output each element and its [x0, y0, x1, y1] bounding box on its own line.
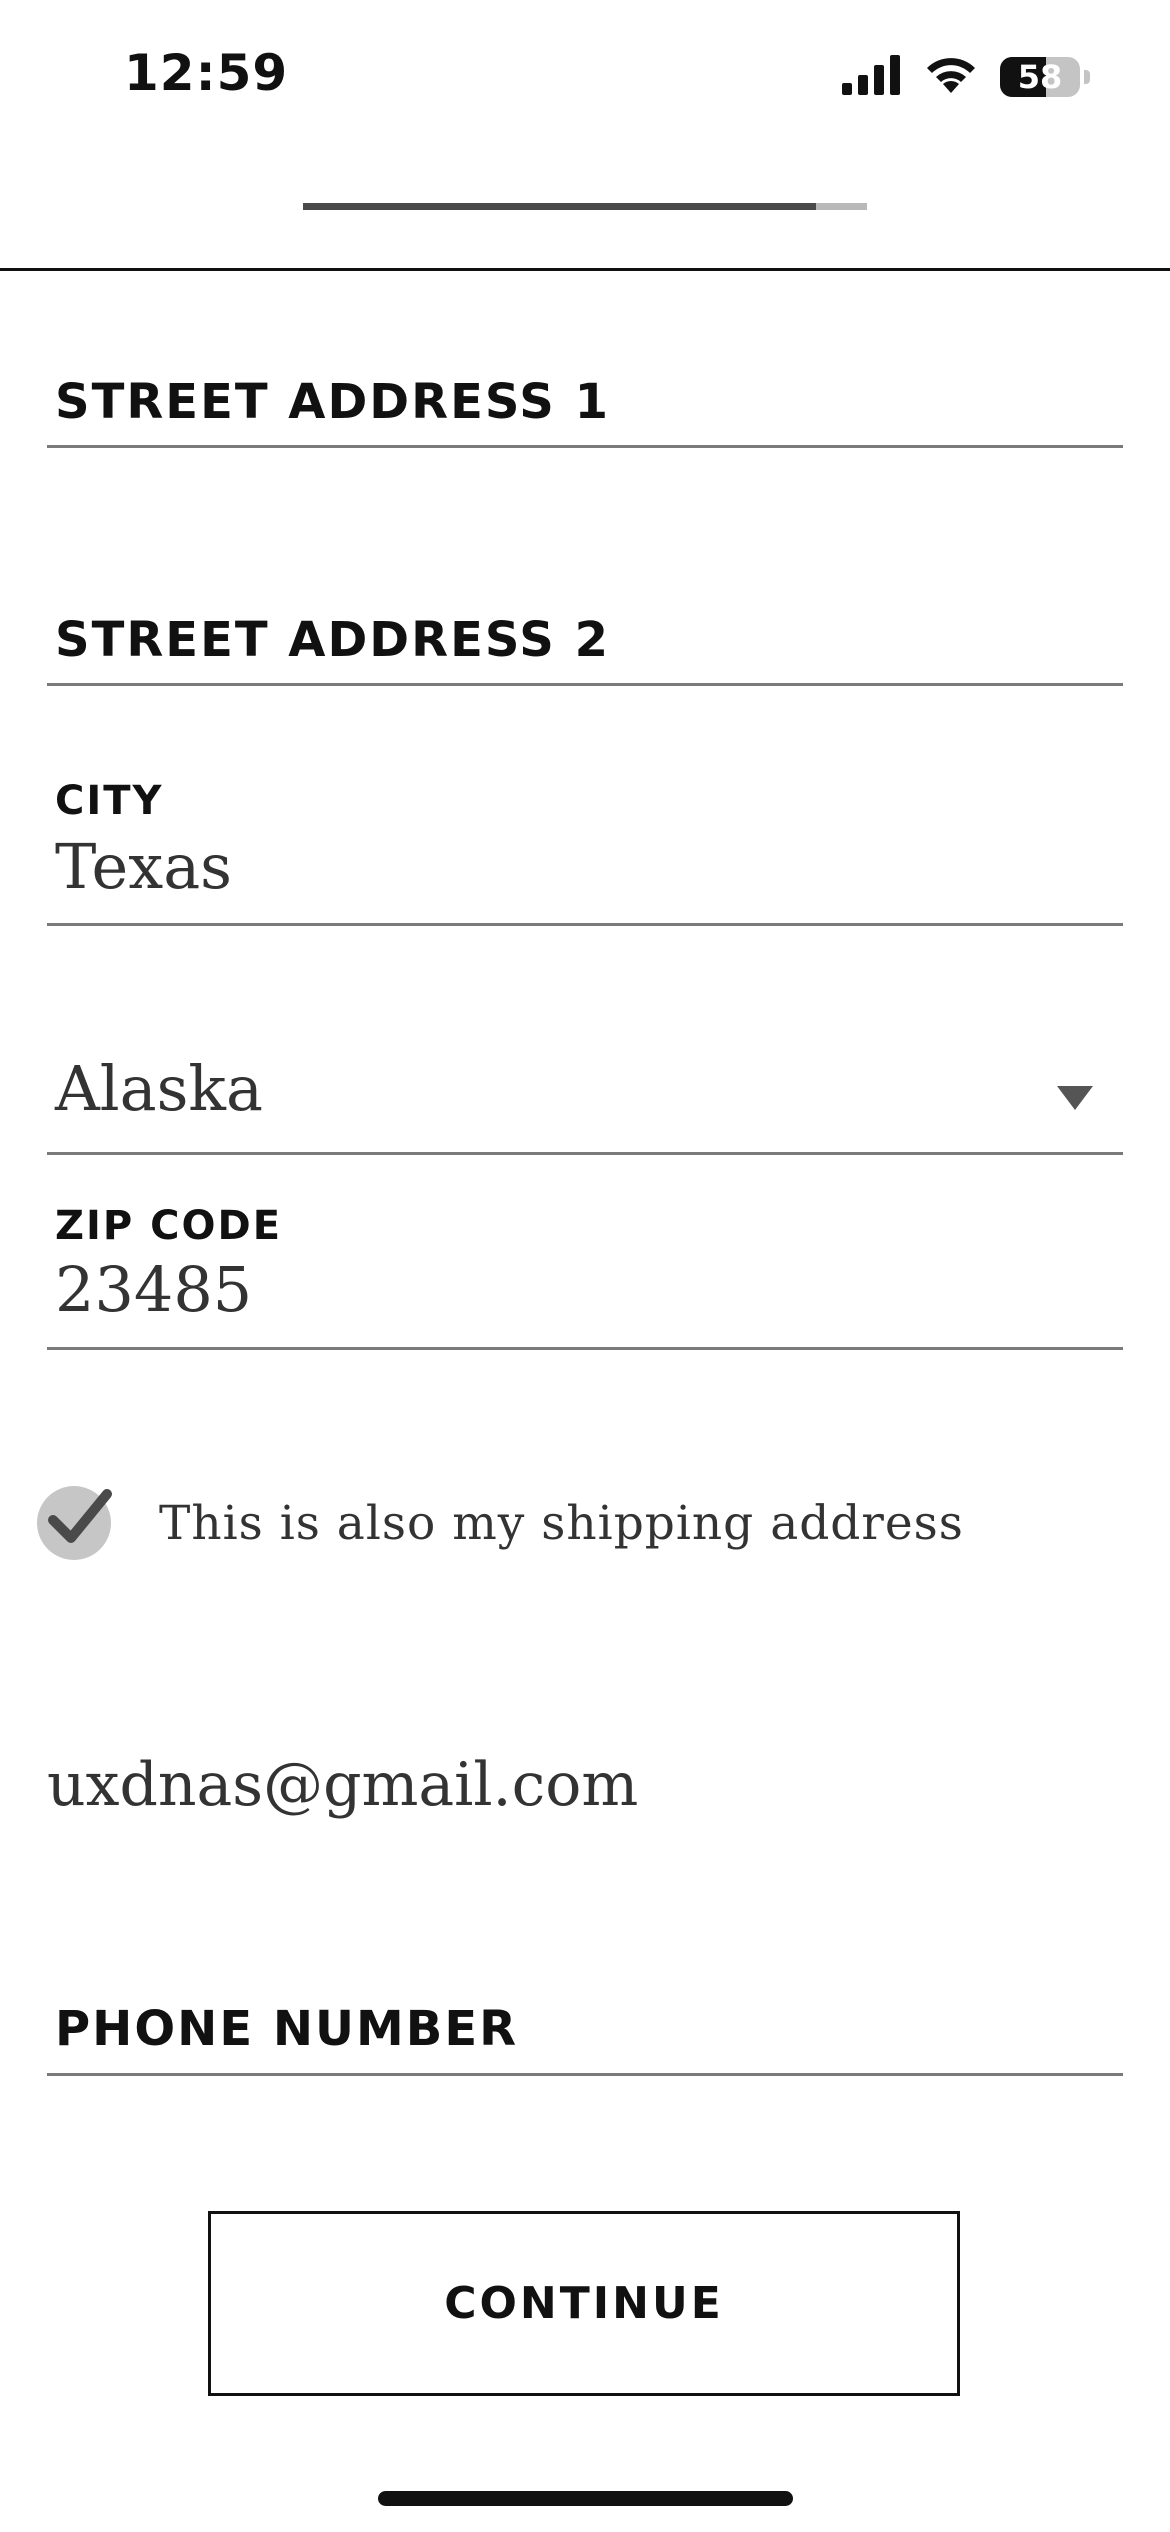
state-select[interactable]: Alaska — [47, 1040, 1123, 1155]
shipping-checkbox-label: This is also my shipping address — [159, 1495, 964, 1551]
battery-percent: 58 — [1017, 58, 1063, 96]
email-field[interactable]: uxdnas@gmail.com — [47, 1750, 638, 1820]
continue-button[interactable]: CONTINUE — [208, 2211, 960, 2396]
home-indicator — [378, 2491, 793, 2506]
phone-number-field[interactable]: PHONE NUMBER — [47, 1995, 1123, 2076]
zip-code-value: 23485 — [55, 1253, 253, 1326]
street-address-1-label: STREET ADDRESS 1 — [55, 374, 610, 430]
street-address-1-field[interactable]: STREET ADDRESS 1 — [47, 360, 1123, 448]
street-address-2-label: STREET ADDRESS 2 — [55, 612, 610, 668]
cellular-signal-icon — [842, 54, 902, 100]
phone-number-label: PHONE NUMBER — [55, 2001, 519, 2057]
street-address-2-field[interactable]: STREET ADDRESS 2 — [47, 598, 1123, 686]
checkbox-indicator[interactable] — [37, 1486, 112, 1560]
zip-code-label: ZIP CODE — [55, 1203, 283, 1249]
battery-icon: 58 — [1000, 57, 1080, 97]
battery-nub — [1084, 70, 1090, 84]
city-label: CITY — [55, 778, 164, 824]
status-time: 12:59 — [124, 44, 289, 102]
checkout-progress-bar — [303, 203, 867, 210]
city-field[interactable]: CITY Texas — [47, 770, 1123, 926]
shipping-address-checkbox[interactable]: This is also my shipping address — [37, 1486, 964, 1560]
header-divider — [0, 268, 1170, 271]
state-value: Alaska — [55, 1052, 263, 1125]
chevron-down-icon — [1057, 1086, 1093, 1110]
wifi-icon — [924, 55, 978, 100]
checkmark-icon — [48, 1489, 112, 1543]
zip-code-field[interactable]: ZIP CODE 23485 — [47, 1195, 1123, 1350]
checkout-progress-fill — [303, 203, 817, 210]
status-icons: 58 — [842, 52, 1090, 102]
city-value: Texas — [55, 830, 232, 903]
